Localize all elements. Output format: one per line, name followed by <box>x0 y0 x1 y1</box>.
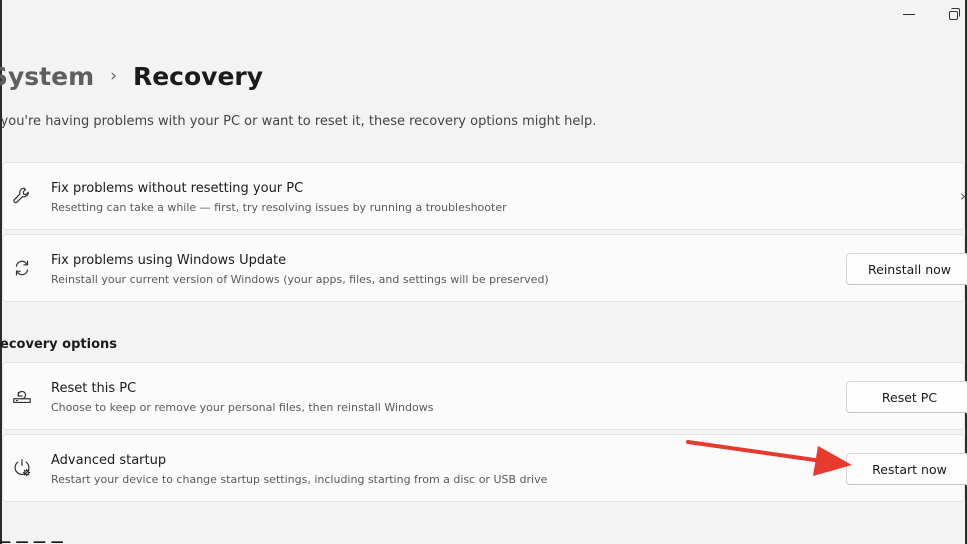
breadcrumb-parent[interactable]: System <box>0 62 94 91</box>
card-description: Restart your device to change startup se… <box>51 473 548 486</box>
fix-problems-troubleshooter-card[interactable]: Fix problems without resetting your PC R… <box>2 162 966 230</box>
reset-this-pc-card: Reset this PC Choose to keep or remove y… <box>2 362 967 430</box>
wrench-icon <box>11 185 33 207</box>
breadcrumb-separator: › <box>110 66 117 86</box>
card-description: Reinstall your current version of Window… <box>51 273 549 286</box>
card-description: Choose to keep or remove your personal f… <box>51 401 434 414</box>
breadcrumb: System › Recovery <box>0 58 263 94</box>
card-description: Resetting can take a while — first, try … <box>51 201 507 214</box>
sync-icon <box>11 257 33 279</box>
intro-text: If you're having problems with your PC o… <box>0 114 597 129</box>
startup-gear-icon <box>11 457 33 479</box>
windows-update-card: Fix problems using Windows Update Reinst… <box>2 234 967 302</box>
reset-pc-button[interactable]: Reset PC <box>846 381 967 413</box>
restore-icon[interactable] <box>949 8 960 20</box>
reinstall-now-button[interactable]: Reinstall now <box>846 253 967 285</box>
card-title: Advanced startup <box>51 453 167 468</box>
advanced-startup-card: Advanced startup Restart your device to … <box>2 434 967 502</box>
minimize-icon[interactable] <box>903 6 915 15</box>
card-title: Fix problems without resetting your PC <box>51 181 304 196</box>
card-title: Fix problems using Windows Update <box>51 253 287 268</box>
related-support-heading-partial: — — — — <box>0 535 64 544</box>
restart-now-button[interactable]: Restart now <box>846 453 967 485</box>
page-title: Recovery <box>132 61 264 91</box>
section-heading-recovery-options: Recovery options <box>0 337 117 352</box>
chevron-right-icon: › <box>960 187 966 205</box>
reset-pc-icon <box>11 385 33 407</box>
card-title: Reset this PC <box>51 381 137 396</box>
